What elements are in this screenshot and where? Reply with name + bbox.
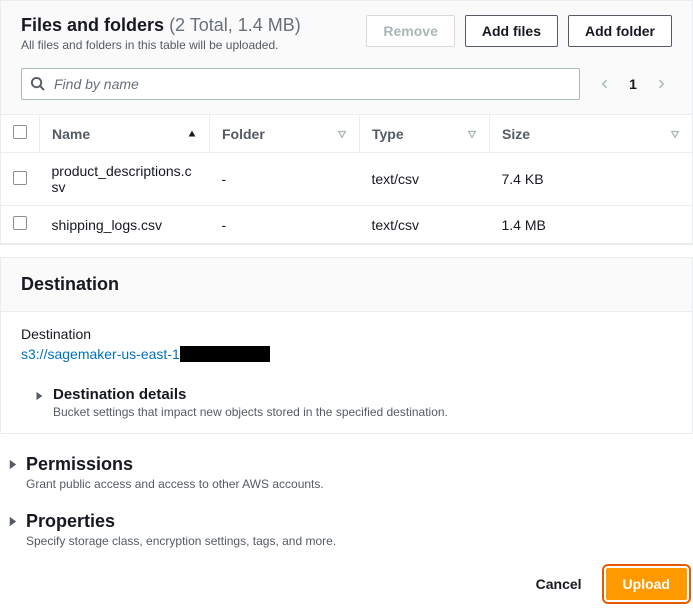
cell-type: text/csv [360,153,490,206]
cell-name: product_descriptions.csv [40,153,210,206]
cancel-button[interactable]: Cancel [526,570,592,598]
panel-title-wrap: Files and folders (2 Total, 1.4 MB) All … [21,15,366,52]
row-checkbox[interactable] [13,171,27,185]
destination-panel: Destination Destination s3://sagemaker-u… [0,257,693,434]
col-type-header[interactable]: Type [372,126,404,142]
pager-current: 1 [622,76,644,92]
caret-right-icon [31,388,47,404]
cell-name: shipping_logs.csv [40,206,210,244]
pager-prev-button[interactable] [594,73,616,95]
footer: Cancel Upload [0,554,693,612]
destination-title: Destination [21,274,119,294]
toolbar-row: 1 [1,56,692,114]
add-files-button[interactable]: Add files [465,15,558,47]
destination-details: Destination details Bucket settings that… [1,372,692,423]
caret-right-icon [4,456,20,472]
panel-header: Files and folders (2 Total, 1.4 MB) All … [1,1,692,56]
panel-actions: Remove Add files Add folder [366,15,672,47]
panel-title-count: (2 Total, 1.4 MB) [169,15,301,35]
destination-details-title: Destination details [53,386,448,403]
col-size-header[interactable]: Size [502,126,530,142]
destination-details-expander[interactable]: Destination details Bucket settings that… [1,372,692,423]
col-name-header[interactable]: Name [52,126,90,142]
files-and-folders-panel: Files and folders (2 Total, 1.4 MB) All … [0,0,693,245]
destination-link[interactable]: s3://sagemaker-us-east-1 [21,346,180,362]
destination-details-subtitle: Bucket settings that impact new objects … [53,405,448,419]
destination-body: Destination s3://sagemaker-us-east-1 [1,312,692,372]
destination-label: Destination [21,326,672,342]
properties-subtitle: Specify storage class, encryption settin… [26,534,336,548]
filter-icon [337,129,347,139]
row-checkbox[interactable] [13,216,27,230]
remove-button[interactable]: Remove [366,15,454,47]
panel-subtitle: All files and folders in this table will… [21,38,366,52]
cell-folder: - [210,206,360,244]
add-folder-button[interactable]: Add folder [568,15,672,47]
search-wrap [21,68,580,100]
search-input[interactable] [21,68,580,100]
permissions-expander[interactable]: Permissions Grant public access and acce… [0,450,693,497]
pager: 1 [594,73,672,95]
properties-expander[interactable]: Properties Specify storage class, encryp… [0,507,693,554]
table-row[interactable]: shipping_logs.csv - text/csv 1.4 MB [1,206,692,244]
upload-button[interactable]: Upload [606,568,687,600]
table-row[interactable]: product_descriptions.csv - text/csv 7.4 … [1,153,692,206]
search-icon [30,76,45,91]
sort-asc-icon [187,129,197,139]
properties-title: Properties [26,511,336,532]
cell-size: 1.4 MB [490,206,693,244]
panel-title-text: Files and folders [21,15,164,35]
col-folder-header[interactable]: Folder [222,126,265,142]
filter-icon [467,129,477,139]
cell-folder: - [210,153,360,206]
cell-size: 7.4 KB [490,153,693,206]
pager-next-button[interactable] [650,73,672,95]
redacted-segment [180,346,270,362]
permissions-subtitle: Grant public access and access to other … [26,477,324,491]
select-all-checkbox[interactable] [13,125,27,139]
destination-uri: s3://sagemaker-us-east-1 [21,346,270,362]
permissions-title: Permissions [26,454,324,475]
destination-header: Destination [1,258,692,312]
filter-icon [670,129,680,139]
caret-right-icon [4,513,20,529]
cell-type: text/csv [360,206,490,244]
panel-title: Files and folders (2 Total, 1.4 MB) [21,15,366,36]
files-table: Name Folder Ty [1,114,692,244]
